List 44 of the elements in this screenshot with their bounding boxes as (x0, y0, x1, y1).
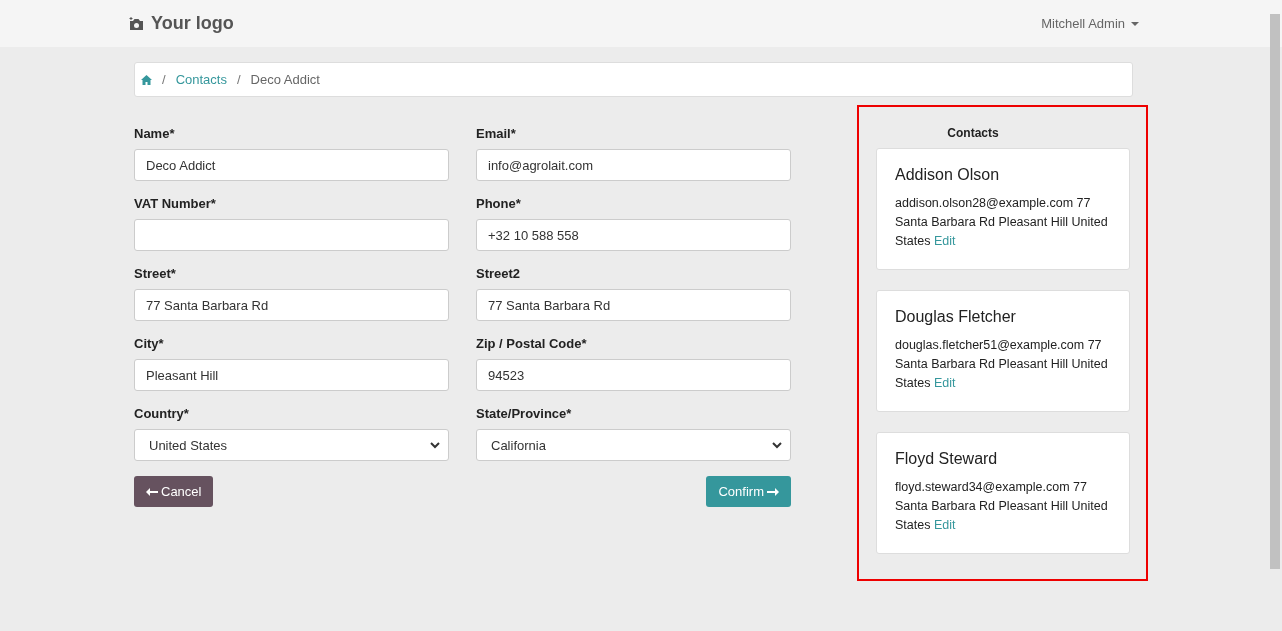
field-label: Zip / Postal Code* (476, 336, 588, 351)
input-field[interactable]: info@agrolait.com (476, 149, 791, 181)
field-label: City* (134, 336, 165, 351)
input-field[interactable]: +32 10 588 558 (476, 219, 791, 251)
field-label: Country* (134, 406, 190, 421)
breadcrumb-separator: / (236, 72, 241, 87)
home-icon[interactable] (141, 74, 152, 85)
edit-link[interactable]: Edit (933, 376, 956, 390)
user-menu[interactable]: Mitchell Admin (1041, 16, 1139, 31)
input-field[interactable]: 94523 (476, 359, 791, 391)
field-label: State/Province* (476, 406, 573, 421)
chevron-down-icon (430, 441, 440, 449)
camera-icon (129, 16, 144, 31)
edit-link[interactable]: Edit (933, 518, 956, 532)
field-label: Phone* (476, 196, 522, 211)
edit-link[interactable]: Edit (933, 234, 956, 248)
breadcrumb-separator: / (162, 72, 166, 87)
contact-name: Addison Olson (895, 166, 1001, 184)
input-field[interactable]: 77 Santa Barbara Rd (476, 289, 791, 321)
contact-details: douglas.fletcher51@example.com 77 Santa Barbara Rd Pleasant Hill United States Edit (895, 337, 1109, 392)
field-label: Street* (134, 266, 177, 281)
arrow-left-icon (146, 487, 158, 496)
arrow-right-icon (767, 487, 779, 496)
contact-name: Douglas Fletcher (895, 308, 1017, 326)
input-field[interactable] (134, 219, 449, 251)
field-label: Email* (476, 126, 517, 141)
select-field[interactable]: United States (134, 429, 449, 461)
field-label: Name* (134, 126, 176, 141)
breadcrumb-link[interactable]: Contacts (175, 72, 227, 87)
select-field[interactable]: California (476, 429, 791, 461)
scrollbar[interactable] (1270, 14, 1280, 569)
logo-text: Your logo (151, 13, 234, 34)
contact-name: Floyd Steward (895, 450, 999, 468)
panel-title: Contacts (946, 126, 1000, 140)
input-field[interactable]: 77 Santa Barbara Rd (134, 289, 449, 321)
input-field[interactable]: Pleasant Hill (134, 359, 449, 391)
cancel-button[interactable]: Cancel (134, 476, 214, 507)
chevron-down-icon (772, 441, 782, 449)
field-label: Street2 (476, 266, 522, 281)
contact-details: addison.olson28@example.com 77 Santa Barbara Rd Pleasant Hill United States Edit (895, 195, 1109, 250)
contact-details: floyd.steward34@example.com 77 Santa Barbara Rd Pleasant Hill United States Edit (895, 479, 1109, 534)
input-field[interactable]: Deco Addict (134, 149, 449, 181)
field-label: VAT Number* (134, 196, 217, 211)
breadcrumb-current: Deco Addict (250, 72, 320, 87)
